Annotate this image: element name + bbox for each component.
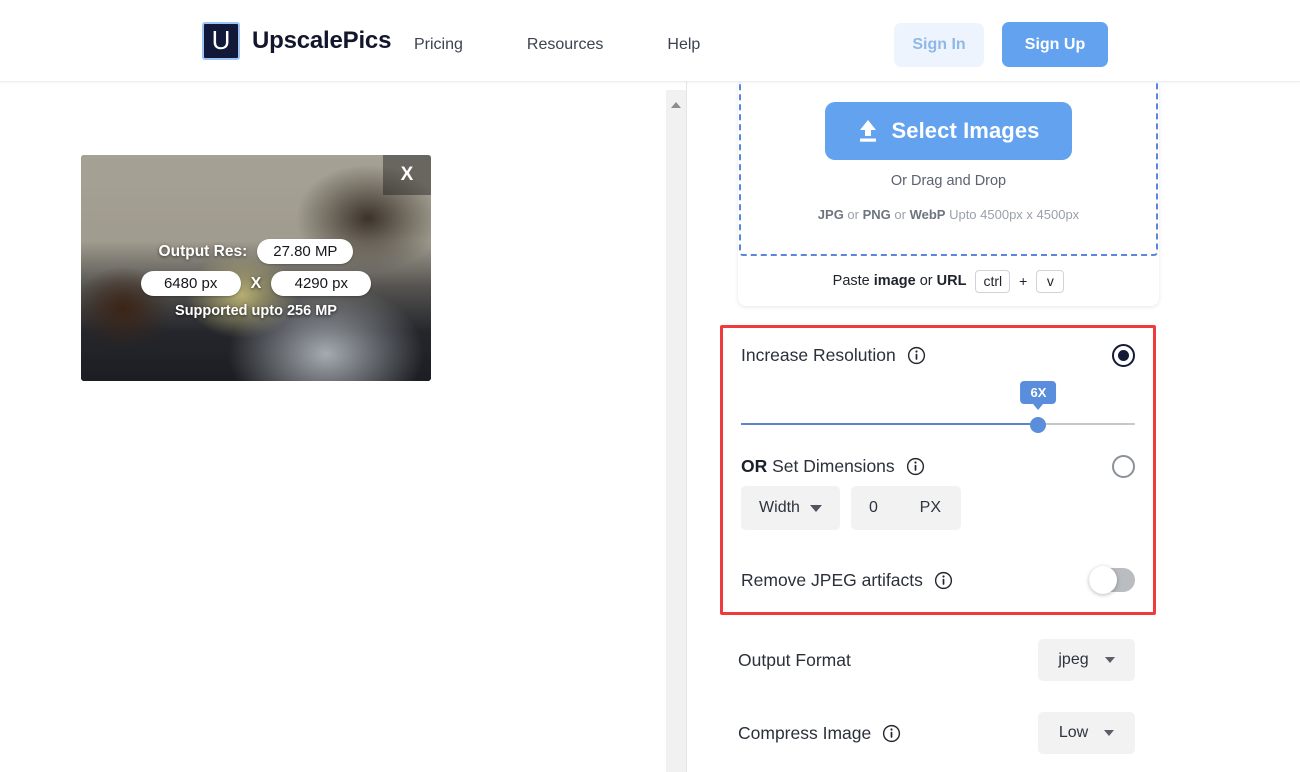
dimension-unit: PX <box>919 499 941 516</box>
select-images-button[interactable]: Select Images <box>825 102 1072 160</box>
output-format-value: jpeg <box>1058 651 1089 668</box>
supported-note: Supported upto 256 MP <box>175 303 337 319</box>
preview-pane: X Output Res: 27.80 MP 6480 px X 4290 px… <box>0 82 656 772</box>
megapixels-value: 27.80 MP <box>257 239 354 264</box>
info-icon[interactable] <box>907 346 926 365</box>
paste-row[interactable]: Paste image or URL ctrl + v <box>738 256 1159 306</box>
resolution-settings-highlight: Increase Resolution 6X OR Set Dimensions… <box>720 325 1156 615</box>
format-webp: WebP <box>909 207 946 222</box>
site-header: U UpscalePics Pricing Resources Help Sig… <box>0 0 1300 82</box>
format-sep-2: or <box>890 207 910 222</box>
key-plus: + <box>1019 273 1028 289</box>
chevron-down-icon <box>1104 657 1115 663</box>
output-format-dropdown[interactable]: jpeg <box>1038 639 1135 681</box>
key-v: v <box>1036 269 1065 293</box>
settings-pane: Select Images Or Drag and Drop JPG or PN… <box>687 80 1300 772</box>
main-content: X Output Res: 27.80 MP 6480 px X 4290 px… <box>0 80 1300 772</box>
info-icon[interactable] <box>882 724 901 743</box>
remove-jpeg-label: Remove JPEG artifacts <box>741 569 923 590</box>
dimension-value: 0 <box>869 499 878 516</box>
radio-dot <box>1118 350 1129 361</box>
paste-text: Paste image or URL <box>832 273 967 289</box>
increase-resolution-label-group: Increase Resolution <box>741 345 926 366</box>
compress-image-value: Low <box>1058 724 1089 741</box>
select-images-label: Select Images <box>891 118 1040 143</box>
dropzone[interactable]: Select Images Or Drag and Drop JPG or PN… <box>739 80 1158 256</box>
compress-image-label: Compress Image <box>738 722 872 743</box>
output-height-value[interactable]: 4290 px <box>271 271 372 296</box>
output-res-label: Output Res: <box>158 242 248 260</box>
set-dimensions-radio[interactable] <box>1112 455 1135 478</box>
dimension-mode-label: Width <box>759 499 800 516</box>
nav-item-help[interactable]: Help <box>667 30 722 60</box>
set-dimensions-row: OR Set Dimensions <box>741 455 1135 478</box>
scroll-up-arrow-icon[interactable] <box>666 98 686 112</box>
supported-formats-text: JPG or PNG or WebP Upto 4500px x 4500px <box>818 207 1079 222</box>
nav-item-resources[interactable]: Resources <box>527 30 625 60</box>
set-dimensions-label: OR Set Dimensions <box>741 456 895 476</box>
output-format-label: Output Format <box>738 649 851 670</box>
key-ctrl: ctrl <box>975 269 1011 293</box>
format-size-limit: Upto 4500px x 4500px <box>945 207 1080 222</box>
remove-jpeg-toggle[interactable] <box>1089 566 1135 594</box>
slider-thumb[interactable] <box>1030 417 1047 433</box>
info-icon[interactable] <box>934 571 953 590</box>
compress-image-row: Compress Image Low <box>738 712 1135 754</box>
main-nav: Pricing Resources Help <box>414 30 722 60</box>
chevron-down-icon <box>809 504 822 512</box>
auth-buttons: Sign In Sign Up <box>894 22 1108 67</box>
set-dimensions-label-group: OR Set Dimensions <box>741 456 925 477</box>
slider-value-bubble: 6X <box>1020 381 1057 410</box>
sign-up-button[interactable]: Sign Up <box>1002 22 1108 67</box>
sign-in-button[interactable]: Sign In <box>894 22 984 67</box>
vertical-scrollbar[interactable] <box>666 90 686 772</box>
upload-card: Select Images Or Drag and Drop JPG or PN… <box>738 80 1159 306</box>
dimension-value-input[interactable]: 0 PX <box>851 486 961 530</box>
remove-image-button[interactable]: X <box>383 155 431 195</box>
brand-name: UpscalePics <box>252 27 392 54</box>
format-png: PNG <box>862 207 891 222</box>
increase-resolution-label: Increase Resolution <box>741 345 896 365</box>
dimensions-row: 6480 px X 4290 px <box>140 271 372 296</box>
compress-image-dropdown[interactable]: Low <box>1038 712 1135 754</box>
output-resolution-overlay: Output Res: 27.80 MP 6480 px X 4290 px S… <box>81 239 431 319</box>
dimension-inputs: Width 0 PX <box>741 486 961 530</box>
format-jpg: JPG <box>817 207 844 222</box>
chevron-down-icon <box>1104 730 1115 736</box>
toggle-knob <box>1089 566 1117 594</box>
scale-slider[interactable]: 6X <box>741 381 1135 436</box>
output-res-row: Output Res: 27.80 MP <box>159 239 354 264</box>
format-sep-1: or <box>843 207 863 222</box>
nav-item-pricing[interactable]: Pricing <box>414 30 485 60</box>
slider-fill <box>741 423 1039 425</box>
image-thumbnail[interactable]: X Output Res: 27.80 MP 6480 px X 4290 px… <box>81 155 431 381</box>
drag-drop-text: Or Drag and Drop <box>890 173 1007 189</box>
dimension-separator: X <box>250 274 262 292</box>
output-width-value[interactable]: 6480 px <box>140 271 241 296</box>
upscalepics-logo-icon: U <box>202 22 240 60</box>
increase-resolution-radio[interactable] <box>1112 344 1135 367</box>
output-format-row: Output Format jpeg <box>738 639 1135 681</box>
remove-jpeg-artifacts-row: Remove JPEG artifacts <box>741 566 1135 594</box>
dimension-mode-dropdown[interactable]: Width <box>741 486 840 530</box>
compress-image-label-group: Compress Image <box>738 723 901 744</box>
remove-jpeg-label-group: Remove JPEG artifacts <box>741 570 953 591</box>
increase-resolution-row: Increase Resolution <box>741 344 1135 367</box>
info-icon[interactable] <box>906 457 925 476</box>
brand-logo[interactable]: U UpscalePics <box>202 22 391 60</box>
output-format-label-group: Output Format <box>738 650 851 671</box>
upload-arrow-icon <box>860 120 877 142</box>
